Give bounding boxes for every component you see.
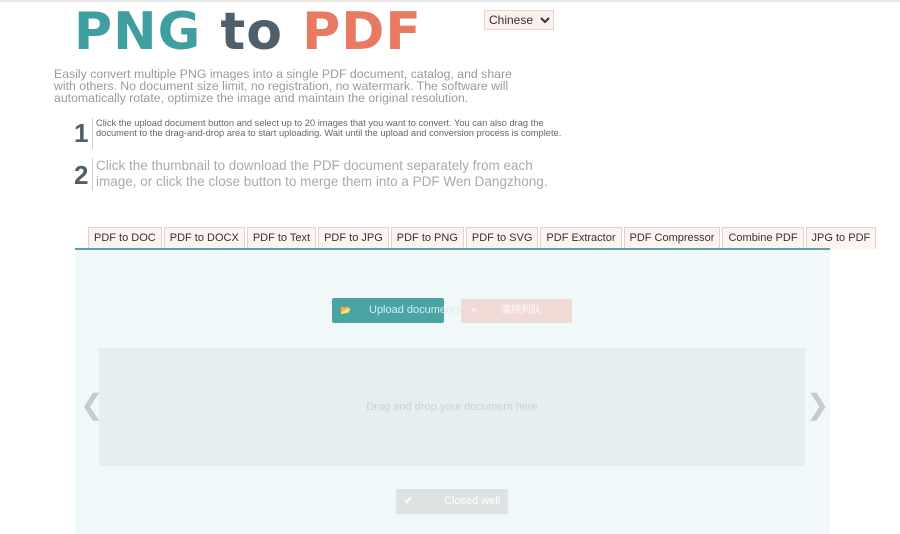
- chevron-right-icon[interactable]: ❯: [806, 388, 829, 421]
- tab-jpg-to-pdf[interactable]: JPG to PDF: [805, 227, 877, 249]
- upload-panel: 📂 Upload documents × 清除列队 ❮ Drag and dro…: [75, 248, 830, 534]
- tool-tabs: PDF to DOC PDF to DOCX PDF to Text PDF t…: [88, 227, 877, 249]
- close-icon: ×: [471, 305, 477, 316]
- step-2: 2 Click the thumbnail to download the PD…: [74, 158, 556, 191]
- logo-png: PNG: [74, 2, 202, 62]
- check-icon: ✔: [404, 495, 414, 507]
- clear-label: 清除列队: [501, 305, 541, 316]
- step-1: 1 Click the upload document button and s…: [74, 118, 576, 149]
- step-number: 2: [74, 160, 89, 190]
- close-merge-button[interactable]: ✔ Closed well: [396, 489, 508, 514]
- intro-text: Easily convert multiple PNG images into …: [54, 67, 512, 105]
- logo-to: to: [220, 2, 284, 62]
- folder-open-icon: 📂: [340, 305, 352, 315]
- step-number: 1: [74, 118, 89, 148]
- drop-zone[interactable]: Drag and drop your document here: [99, 348, 805, 466]
- tab-pdf-to-png[interactable]: PDF to PNG: [390, 227, 464, 249]
- tab-pdf-to-svg[interactable]: PDF to SVG: [465, 227, 539, 249]
- tab-pdf-to-doc[interactable]: PDF to DOC: [88, 227, 162, 249]
- clear-queue-button[interactable]: × 清除列队: [461, 299, 572, 323]
- tab-pdf-compressor[interactable]: PDF Compressor: [623, 227, 721, 249]
- logo-pdf: PDF: [302, 2, 422, 62]
- language-select[interactable]: Chinese: [484, 10, 554, 30]
- tab-pdf-to-text[interactable]: PDF to Text: [246, 227, 317, 249]
- closed-label: Closed well: [444, 495, 501, 507]
- tab-pdf-to-docx[interactable]: PDF to DOCX: [163, 227, 245, 249]
- upload-button[interactable]: 📂 Upload documents: [332, 298, 461, 323]
- tab-pdf-extractor[interactable]: PDF Extractor: [540, 227, 622, 249]
- upload-label: Upload documents: [369, 304, 461, 316]
- logo[interactable]: PNG to PDF: [74, 4, 422, 60]
- step-text: Click the upload document button and sel…: [92, 118, 576, 149]
- step-text: Click the thumbnail to download the PDF …: [92, 158, 556, 191]
- tab-combine-pdf[interactable]: Combine PDF: [722, 227, 804, 249]
- tab-pdf-to-jpg[interactable]: PDF to JPG: [318, 227, 389, 249]
